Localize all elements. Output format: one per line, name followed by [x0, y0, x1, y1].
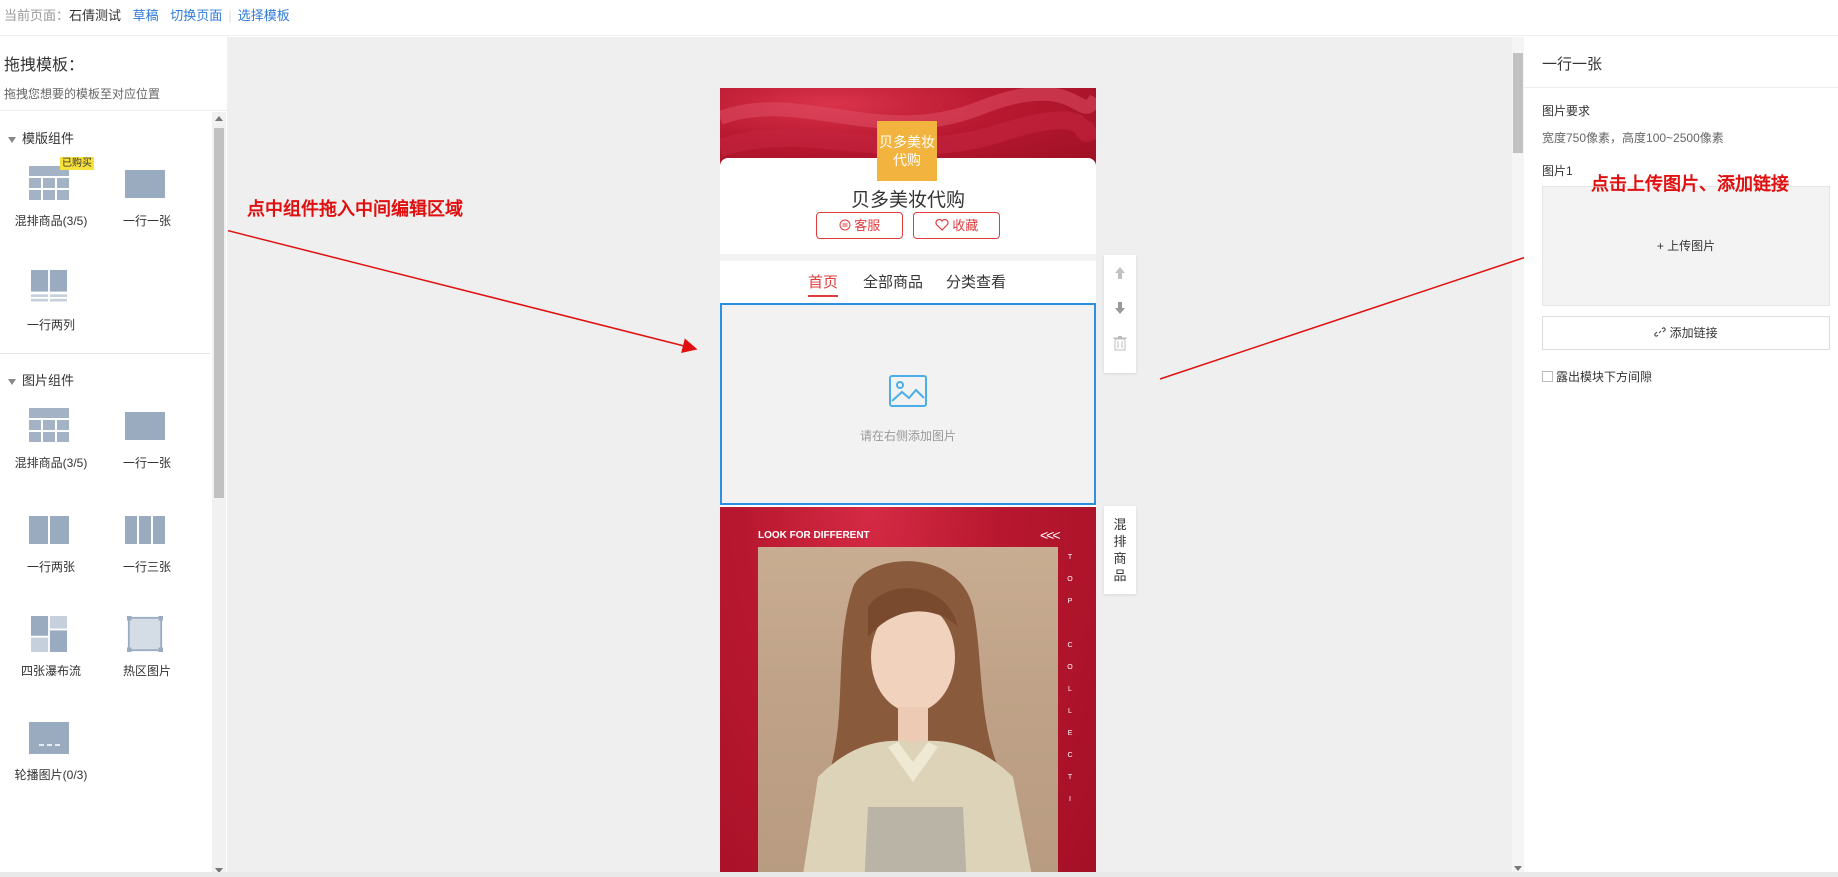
- carousel-icon: [29, 722, 69, 754]
- two-images-icon: [29, 516, 69, 544]
- caret-down-icon: [8, 136, 16, 143]
- one-image-icon: [125, 412, 165, 440]
- component-label: 一行三张: [122, 560, 171, 574]
- block-type-label: 混排商品: [1104, 506, 1136, 594]
- panel-title: 拖拽模板：: [4, 57, 85, 74]
- panel-scrollbar[interactable]: [212, 112, 226, 877]
- component-one-image-2[interactable]: 一行一张: [96, 394, 192, 484]
- edit-canvas: 贝多美妆代购 贝多美妆代购 客服 收藏 首页 全部商品 分类查看 请在右侧添加图…: [228, 37, 1524, 877]
- waterfall-icon: [31, 616, 67, 652]
- component-label: 四张瀑布流: [20, 664, 81, 678]
- component-label: 一行一张: [122, 456, 171, 470]
- two-column-icon: [31, 270, 67, 302]
- upload-image-button[interactable]: + 上传图片: [1542, 186, 1830, 306]
- component-two-images[interactable]: 一行两张: [0, 498, 96, 588]
- page-name: 石倩测试: [69, 8, 122, 23]
- template-components-grid: 已购买 混排商品(3/5) 一行一张 一行两列: [0, 152, 210, 347]
- component-three-images[interactable]: 一行三张: [96, 498, 192, 588]
- purchased-badge: 已购买: [60, 157, 94, 170]
- active-tab-indicator: [808, 295, 838, 297]
- shop-tabs: 首页 全部商品 分类查看: [720, 261, 1096, 301]
- settings-title: 一行一张: [1542, 56, 1603, 73]
- block-type-text: 混排商品: [1113, 517, 1127, 583]
- component-hotspot[interactable]: 热区图片: [96, 602, 192, 692]
- selected-image-block[interactable]: 请在右侧添加图片: [720, 303, 1096, 505]
- component-label: 热区图片: [122, 664, 171, 678]
- three-images-icon: [125, 516, 165, 544]
- template-panel: 拖拽模板： 拖拽您想要的模板至对应位置 模版组件 已购买 混排商品(3/5) 一…: [0, 37, 228, 877]
- section-template-components[interactable]: 模版组件: [0, 112, 210, 152]
- top-bar: 当前页面：石倩测试 草稿 切换页面 | 选择模板: [0, 0, 1838, 36]
- caret-down-icon: [8, 378, 16, 385]
- component-carousel[interactable]: 轮播图片(0/3): [0, 706, 96, 796]
- component-label: 一行一张: [122, 214, 171, 228]
- canvas-scrollbar[interactable]: [1512, 37, 1524, 877]
- drag-hint-annotation: 点中组件拖入中间编辑区域: [247, 199, 463, 219]
- add-link-button[interactable]: 添加链接: [1542, 316, 1830, 350]
- component-mixed-goods-2[interactable]: 混排商品(3/5): [0, 394, 96, 484]
- store-logo: 贝多美妆代购: [877, 121, 937, 181]
- move-down-icon[interactable]: [1112, 300, 1128, 316]
- image-label: 图片1: [1542, 164, 1573, 178]
- tab-categories[interactable]: 分类查看: [946, 271, 1006, 292]
- delete-icon[interactable]: [1112, 335, 1128, 351]
- image-components-grid: 混排商品(3/5) 一行一张 一行两张 一行三张 四张瀑布流 热区图片 轮播图片…: [0, 394, 210, 814]
- heart-icon: [935, 218, 949, 231]
- settings-panel: 一行一张 图片要求 宽度750像素，高度100~2500像素 图片1 + 上传图…: [1524, 37, 1838, 877]
- requirement-label: 图片要求: [1542, 104, 1591, 118]
- component-waterfall[interactable]: 四张瀑布流: [0, 602, 96, 692]
- promo-vertical-text: TOP COLLECTI: [1067, 554, 1073, 803]
- requirement-desc: 宽度750像素，高度100~2500像素: [1542, 131, 1724, 145]
- panel-subtitle: 拖拽您想要的模板至对应位置: [4, 87, 161, 101]
- promo-chevrons: <<<: [1040, 527, 1060, 543]
- mixed-goods-icon: [29, 166, 69, 200]
- component-label: 混排商品(3/5): [14, 214, 88, 228]
- link-icon: [1654, 327, 1667, 337]
- choose-template-link[interactable]: 选择模板: [238, 8, 290, 23]
- move-up-icon[interactable]: [1112, 265, 1128, 281]
- favorite-button[interactable]: 收藏: [913, 212, 1000, 239]
- image-placeholder-icon: [889, 375, 927, 407]
- store-name: 贝多美妆代购: [850, 190, 965, 211]
- checkbox-icon[interactable]: [1542, 371, 1553, 382]
- switch-page-link[interactable]: 切换页面: [170, 8, 222, 23]
- hotspot-icon: [127, 616, 163, 652]
- component-label: 一行两列: [26, 318, 75, 332]
- current-page-label: 当前页面：: [4, 8, 70, 23]
- phone-preview: 贝多美妆代购 贝多美妆代购 客服 收藏 首页 全部商品 分类查看 请在右侧添加图…: [720, 88, 1096, 877]
- component-label: 轮播图片(0/3): [14, 768, 88, 782]
- show-gap-checkbox[interactable]: 露出模块下方间隙: [1542, 368, 1652, 385]
- placeholder-text: 请在右侧添加图片: [859, 429, 956, 443]
- component-mixed-goods[interactable]: 已购买 混排商品(3/5): [0, 152, 96, 242]
- component-two-column[interactable]: 一行两列: [0, 256, 96, 346]
- component-one-image[interactable]: 一行一张: [96, 152, 192, 242]
- model-photo: [758, 547, 1058, 877]
- chat-icon: [839, 219, 851, 231]
- tab-home[interactable]: 首页: [808, 271, 838, 292]
- customer-service-button[interactable]: 客服: [816, 212, 903, 239]
- promo-image: LOOK FOR DIFFERENT <<< TOP COLLECTI: [720, 507, 1096, 877]
- upload-hint-annotation: 点击上传图片、添加链接: [1591, 174, 1789, 194]
- mixed-goods-icon: [29, 408, 69, 442]
- promo-heading: LOOK FOR DIFFERENT: [758, 530, 870, 541]
- draft-status: 草稿: [132, 8, 159, 23]
- component-label: 一行两张: [26, 560, 75, 574]
- one-image-icon: [125, 170, 165, 198]
- component-label: 混排商品(3/5): [14, 456, 88, 470]
- section-image-components[interactable]: 图片组件: [0, 354, 210, 394]
- tab-all-goods[interactable]: 全部商品: [863, 271, 923, 292]
- block-tools: [1104, 255, 1136, 373]
